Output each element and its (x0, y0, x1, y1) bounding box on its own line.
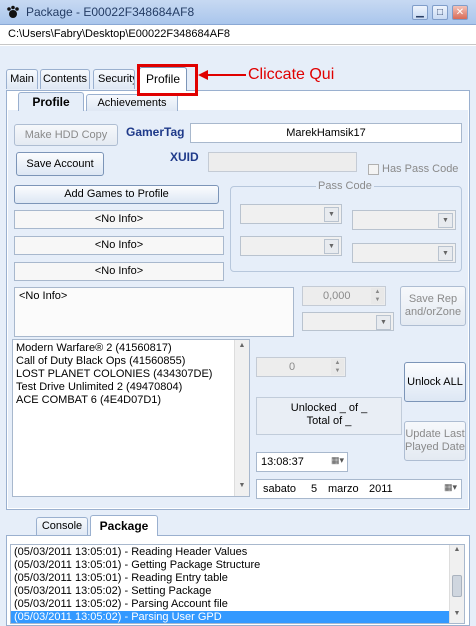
scroll-down-icon[interactable]: ▼ (450, 610, 464, 622)
scroll-up-icon[interactable]: ▲ (235, 342, 249, 354)
games-scrollbar[interactable]: ▲ ▼ (234, 340, 249, 496)
scroll-down-icon[interactable]: ▼ (235, 482, 249, 494)
unlock-all-button[interactable]: Unlock ALL (404, 362, 466, 402)
pass-code-combo-3[interactable]: ▼ (240, 236, 342, 256)
make-hdd-copy-button[interactable]: Make HDD Copy (14, 124, 118, 146)
gamertag-field[interactable]: MarekHamsik17 (190, 123, 462, 143)
unlocked-text: Unlocked _ of _ (290, 402, 368, 414)
log-line: (05/03/2011 13:05:01) - Reading Header V… (14, 546, 248, 558)
calendar-dropdown-icon[interactable]: ▦▾ (444, 482, 457, 493)
highlight-box (137, 64, 198, 96)
log-line: (05/03/2011 13:05:02) - Setting Package (14, 585, 212, 597)
date-picker[interactable]: sabato 5 marzo 2011 ▦▾ (256, 479, 462, 499)
achievement-count: 0 (289, 361, 296, 373)
log-line: (05/03/2011 13:05:01) - Reading Entry ta… (14, 572, 228, 584)
log-line: (05/03/2011 13:05:01) - Getting Package … (14, 559, 261, 571)
has-pass-code-checkbox[interactable] (368, 164, 379, 175)
chevron-down-icon: ▼ (438, 246, 453, 261)
list-item[interactable]: Test Drive Unlimited 2 (49470804) (16, 381, 249, 394)
update-last-played-label: Update Last Played Date (405, 428, 465, 453)
calendar-dropdown-icon[interactable]: ▦▾ (331, 455, 344, 466)
tab-main[interactable]: Main (6, 69, 38, 89)
app-icon (6, 5, 20, 19)
chevron-down-icon: ▼ (324, 207, 339, 222)
date-weekday: sabato (263, 483, 297, 495)
total-text: Total of _ (306, 415, 352, 427)
save-rep-button[interactable]: Save Rep and/orZone (400, 286, 466, 326)
time-picker[interactable]: 13:08:37 ▦▾ (256, 452, 348, 472)
scroll-thumb[interactable] (452, 575, 462, 597)
pass-code-combo-1[interactable]: ▼ (240, 204, 342, 224)
annotation-arrow (198, 70, 248, 80)
annotation-text: Cliccate Qui (248, 66, 335, 83)
chevron-down-icon: ▼ (438, 213, 453, 228)
add-games-button[interactable]: Add Games to Profile (14, 185, 219, 204)
window-title: Package - E00022F348684AF8 (26, 5, 195, 19)
log-line-selected[interactable]: (05/03/2011 13:05:02) - Parsing User GPD (11, 611, 450, 623)
pass-code-label: Pass Code (316, 180, 374, 192)
maximize-button[interactable]: □ (432, 5, 448, 20)
save-rep-label: Save Rep and/orZone (404, 293, 462, 318)
tab-achievements[interactable]: Achievements (86, 94, 178, 111)
save-account-button[interactable]: Save Account (16, 152, 104, 176)
file-path: C:\Users\Fabry\Desktop\E00022F348684AF8 (0, 25, 476, 45)
list-item[interactable]: LOST PLANET COLONIES (434307DE) (16, 368, 249, 381)
xuid-label: XUID (170, 150, 199, 164)
games-list[interactable]: Modern Warfare® 2 (41560817) Call of Dut… (12, 339, 250, 497)
pass-code-combo-4[interactable]: ▼ (352, 243, 456, 263)
info-row-1: <No Info> (14, 210, 224, 229)
tab-profile-sub[interactable]: Profile (18, 92, 84, 111)
numeric-spinner[interactable]: 0,000 ▲ ▼ (302, 286, 386, 306)
tab-console[interactable]: Console (36, 517, 88, 536)
pass-code-combo-2[interactable]: ▼ (352, 210, 456, 230)
spinner-arrows-icon[interactable]: ▲ ▼ (331, 359, 344, 375)
close-button[interactable]: ✕ (452, 5, 468, 20)
list-item[interactable]: Call of Duty Black Ops (41560855) (16, 355, 249, 368)
log-list[interactable]: (05/03/2011 13:05:01) - Reading Header V… (10, 544, 465, 624)
info-row-2: <No Info> (14, 236, 224, 255)
has-pass-code-label: Has Pass Code (382, 163, 459, 175)
info-textarea[interactable]: <No Info> (14, 287, 294, 337)
log-scrollbar[interactable]: ▲ ▼ (449, 545, 464, 623)
tab-package[interactable]: Package (90, 515, 158, 536)
date-month: marzo (328, 483, 359, 495)
chevron-down-icon: ▼ (376, 315, 391, 330)
unlocked-box: Unlocked _ of _ Total of _ (256, 397, 402, 435)
log-line: (05/03/2011 13:05:02) - Parsing Account … (14, 598, 228, 610)
list-item[interactable]: Modern Warfare® 2 (41560817) (16, 342, 249, 355)
update-last-played-button[interactable]: Update Last Played Date (404, 421, 466, 461)
achievement-spinner[interactable]: 0 ▲ ▼ (256, 357, 346, 377)
spinner-arrows-icon[interactable]: ▲ ▼ (371, 288, 384, 304)
chevron-down-icon: ▼ (324, 239, 339, 254)
date-year: 2011 (369, 483, 393, 495)
rep-combo[interactable]: ▼ (302, 312, 394, 331)
numeric-value: 0,000 (323, 290, 351, 302)
tab-security[interactable]: Security (93, 69, 135, 89)
minimize-button[interactable]: ▁ (412, 5, 428, 20)
tab-contents[interactable]: Contents (40, 69, 90, 89)
xuid-field[interactable] (208, 152, 357, 172)
date-day: 5 (311, 483, 318, 495)
gamertag-label: GamerTag (126, 125, 185, 139)
time-value: 13:08:37 (261, 456, 304, 468)
scroll-up-icon[interactable]: ▲ (450, 546, 464, 558)
list-item[interactable]: ACE COMBAT 6 (4E4D07D1) (16, 394, 249, 407)
title-bar[interactable]: Package - E00022F348684AF8 ▁ □ ✕ (0, 0, 476, 25)
info-row-3: <No Info> (14, 262, 224, 281)
